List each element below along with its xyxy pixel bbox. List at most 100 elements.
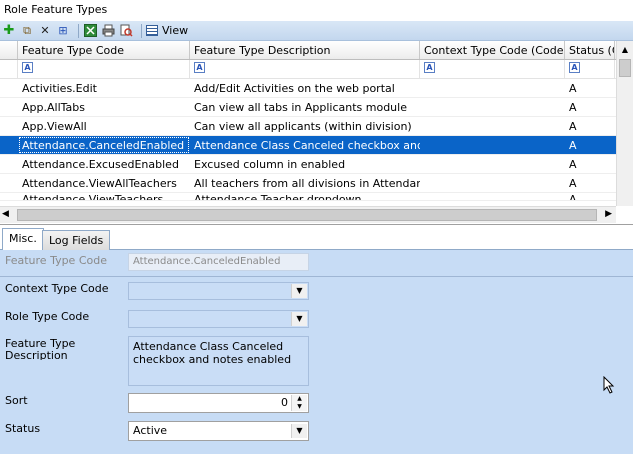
chevron-down-icon[interactable]: ▼: [291, 312, 307, 326]
cell-status[interactable]: A: [565, 136, 615, 154]
feature-type-code-field: Attendance.CanceledEnabled: [128, 253, 309, 271]
row-selector[interactable]: [0, 117, 18, 135]
role-type-code-dropdown[interactable]: ▼: [128, 310, 309, 328]
sort-spinner[interactable]: ▲ ▼: [291, 395, 307, 411]
column-header-feature-type-description[interactable]: Feature Type Description: [190, 41, 420, 59]
vertical-scrollbar[interactable]: ▲: [616, 41, 633, 206]
column-header-status[interactable]: Status (C: [565, 41, 615, 59]
spin-down-icon[interactable]: ▼: [292, 403, 307, 411]
scroll-left-icon[interactable]: ◀: [2, 209, 9, 219]
view-icon: [146, 25, 158, 36]
preview-icon[interactable]: [119, 24, 133, 38]
column-header-context-type-code[interactable]: Context Type Code (Code): [420, 41, 565, 59]
cell-feature-type-description[interactable]: Add/Edit Activities on the web portal: [190, 79, 420, 97]
table-row[interactable]: Attendance.ViewAllTeachers All teachers …: [0, 174, 633, 193]
tab-misc[interactable]: Misc.: [2, 228, 44, 250]
view-button[interactable]: View: [146, 24, 188, 37]
row-selector-header: [0, 41, 18, 59]
cell-feature-type-code[interactable]: Attendance.CanceledEnabled: [18, 136, 190, 154]
cell-feature-type-description[interactable]: Attendance Teacher dropdown: [190, 193, 420, 200]
sort-value: 0: [281, 396, 288, 409]
cell-feature-type-code[interactable]: Attendance.ViewTeachers: [18, 193, 190, 200]
cell-feature-type-code[interactable]: Attendance.ViewAllTeachers: [18, 174, 190, 192]
cell-feature-type-code[interactable]: App.AllTabs: [18, 98, 190, 116]
filter-row: A A A A: [0, 60, 633, 79]
cell-context-type-code[interactable]: [420, 136, 565, 154]
table-row-selected[interactable]: Attendance.CanceledEnabled Attendance Cl…: [0, 136, 633, 155]
toolbar-separator: [141, 23, 142, 38]
filter-operator-icon[interactable]: A: [194, 62, 205, 73]
excel-icon[interactable]: [83, 24, 97, 38]
filter-cell-code[interactable]: A: [18, 60, 190, 78]
sort-stepper[interactable]: 0 ▲ ▼: [128, 393, 309, 413]
row-selector[interactable]: [0, 155, 18, 173]
detail-tabs: Misc. Log Fields: [0, 228, 633, 250]
column-header-feature-type-code[interactable]: Feature Type Code: [18, 41, 190, 59]
cell-status[interactable]: A: [565, 79, 615, 97]
status-dropdown[interactable]: Active ▼: [128, 421, 309, 441]
filter-row-gutter: [0, 60, 18, 78]
filter-operator-icon[interactable]: A: [424, 62, 435, 73]
toolbar-separator: [78, 23, 79, 38]
row-selector[interactable]: [0, 79, 18, 97]
context-type-code-dropdown[interactable]: ▼: [128, 282, 309, 300]
cell-feature-type-code[interactable]: Attendance.ExcusedEnabled: [18, 155, 190, 173]
cell-status[interactable]: A: [565, 174, 615, 192]
cell-context-type-code[interactable]: [420, 98, 565, 116]
scroll-up-icon[interactable]: ▲: [617, 41, 633, 58]
cell-context-type-code[interactable]: [420, 174, 565, 192]
scroll-right-icon[interactable]: ▶: [605, 209, 612, 219]
table-row[interactable]: Attendance.ViewTeachers Attendance Teach…: [0, 193, 633, 201]
row-selector[interactable]: [0, 98, 18, 116]
print-icon-graphic: [102, 24, 114, 37]
chevron-down-icon[interactable]: ▼: [291, 284, 307, 298]
cell-status[interactable]: A: [565, 98, 615, 116]
filter-cell-description[interactable]: A: [190, 60, 420, 78]
filter-operator-icon[interactable]: A: [569, 62, 580, 73]
mouse-cursor-icon: [603, 375, 615, 397]
grid-icon[interactable]: ⊞: [56, 24, 70, 38]
excel-icon-graphic: [83, 24, 97, 37]
cell-feature-type-code[interactable]: Activities.Edit: [18, 79, 190, 97]
print-icon[interactable]: [101, 24, 115, 38]
table-row[interactable]: Attendance.ExcusedEnabled Excused column…: [0, 155, 633, 174]
horizontal-scrollbar[interactable]: ◀ ▶: [0, 206, 616, 223]
cell-feature-type-description[interactable]: Can view all applicants (within division…: [190, 117, 420, 135]
add-icon[interactable]: ✚: [2, 23, 16, 38]
horizontal-scroll-thumb[interactable]: [17, 209, 597, 221]
delete-icon[interactable]: ✕: [38, 24, 52, 38]
status-value: Active: [133, 424, 168, 437]
context-type-code-label: Context Type Code: [5, 282, 109, 295]
cell-feature-type-description[interactable]: Can view all tabs in Applicants module: [190, 98, 420, 116]
row-selector[interactable]: [0, 193, 18, 200]
cell-context-type-code[interactable]: [420, 193, 565, 200]
cell-feature-type-description[interactable]: Attendance Class Canceled checkbox and n…: [190, 136, 420, 154]
filter-cell-status[interactable]: A: [565, 60, 615, 78]
cell-context-type-code[interactable]: [420, 79, 565, 97]
row-selector[interactable]: [0, 136, 18, 154]
copy-icon[interactable]: ⧉: [20, 24, 34, 38]
cell-feature-type-description[interactable]: All teachers from all divisions in Atten…: [190, 174, 420, 192]
cell-context-type-code[interactable]: [420, 117, 565, 135]
feature-grid: Feature Type Code Feature Type Descripti…: [0, 41, 633, 225]
window-title-text: Role Feature Types: [4, 3, 108, 16]
filter-cell-context[interactable]: A: [420, 60, 565, 78]
filter-operator-icon[interactable]: A: [22, 62, 33, 73]
cell-context-type-code[interactable]: [420, 155, 565, 173]
spin-up-icon[interactable]: ▲: [292, 395, 307, 403]
cell-status[interactable]: A: [565, 155, 615, 173]
window-title: Role Feature Types: [0, 0, 633, 21]
table-row[interactable]: Activities.Edit Add/Edit Activities on t…: [0, 79, 633, 98]
table-row[interactable]: App.AllTabs Can view all tabs in Applica…: [0, 98, 633, 117]
row-selector[interactable]: [0, 174, 18, 192]
chevron-down-icon[interactable]: ▼: [291, 424, 307, 438]
cell-status[interactable]: A: [565, 117, 615, 135]
cell-status[interactable]: A: [565, 193, 615, 200]
cell-feature-type-description[interactable]: Excused column in enabled: [190, 155, 420, 173]
table-row[interactable]: App.ViewAll Can view all applicants (wit…: [0, 117, 633, 136]
vertical-scroll-thumb[interactable]: [619, 59, 631, 77]
cell-feature-type-code[interactable]: App.ViewAll: [18, 117, 190, 135]
tab-log-fields[interactable]: Log Fields: [42, 230, 111, 250]
feature-type-description-field[interactable]: Attendance Class Canceled checkbox and n…: [128, 336, 309, 386]
grid-header: Feature Type Code Feature Type Descripti…: [0, 41, 633, 60]
